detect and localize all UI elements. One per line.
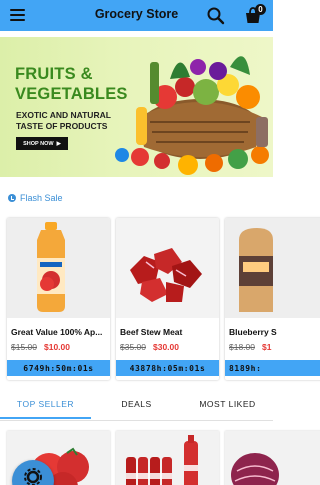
product-image <box>7 218 110 318</box>
top-seller-card[interactable] <box>116 431 219 485</box>
tab-most-liked[interactable]: MOST LIKED <box>182 393 273 421</box>
search-icon[interactable] <box>206 6 226 26</box>
product-tabs: TOP SELLER DEALS MOST LIKED <box>0 393 273 421</box>
shop-now-button[interactable]: SHOP NOW ▶ <box>16 137 68 150</box>
countdown-timer: 43878h:05m:01s <box>116 360 219 376</box>
product-name: Beef Stew Meat <box>120 327 183 337</box>
produce-basket-image <box>115 56 269 175</box>
banner-subline1: EXOTIC AND NATURAL <box>16 110 111 120</box>
app-title: Grocery Store <box>94 7 179 21</box>
red-onion-image <box>231 453 279 485</box>
cart-button[interactable]: 0 <box>242 4 268 28</box>
menu-icon[interactable] <box>10 9 25 21</box>
tabs-divider <box>0 420 273 421</box>
product-image <box>225 218 320 318</box>
cart-badge: 0 <box>255 4 266 15</box>
top-seller-card[interactable] <box>225 431 320 485</box>
product-sale-price: $30.00 <box>153 342 179 352</box>
shop-now-label: SHOP NOW <box>23 140 54 147</box>
product-old-price: $15.00 <box>11 342 37 352</box>
flash-product-card[interactable]: Blueberry S $18.00 $1 8189h: <box>225 218 320 380</box>
play-arrow-icon: ▶ <box>56 140 61 147</box>
product-name: Blueberry S <box>229 327 277 337</box>
tab-top-seller[interactable]: TOP SELLER <box>0 393 91 421</box>
flash-product-card[interactable]: Beef Stew Meat $35.00 $30.00 43878h:05m:… <box>116 218 219 380</box>
banner-subline2: TASTE OF PRODUCTS <box>16 121 108 131</box>
flash-sale-title: Flash Sale <box>20 193 63 203</box>
settings-icon <box>24 468 42 485</box>
cola-bottles-image <box>126 435 198 485</box>
tab-deals[interactable]: DEALS <box>91 393 182 421</box>
product-image <box>116 218 219 318</box>
promo-banner[interactable]: FRUITS & VEGETABLES EXOTIC AND NATURAL T… <box>0 37 273 177</box>
settings-fab[interactable] <box>12 460 54 485</box>
product-sale-price: $1 <box>262 342 272 352</box>
product-name: Great Value 100% Ap... <box>11 327 103 337</box>
product-sale-price: $10.00 <box>44 342 70 352</box>
countdown-timer: 6749h:50m:01s <box>7 360 110 376</box>
banner-subheadline: EXOTIC AND NATURAL TASTE OF PRODUCTS <box>16 110 111 132</box>
app-bar: Grocery Store 0 <box>0 0 273 31</box>
flash-product-card[interactable]: Great Value 100% Ap... $15.00 $10.00 674… <box>7 218 110 380</box>
product-old-price: $35.00 <box>120 342 146 352</box>
product-old-price: $18.00 <box>229 342 255 352</box>
flash-sale-header: Flash Sale <box>8 193 63 203</box>
countdown-timer: 8189h: <box>225 360 320 376</box>
clock-icon <box>8 194 16 202</box>
